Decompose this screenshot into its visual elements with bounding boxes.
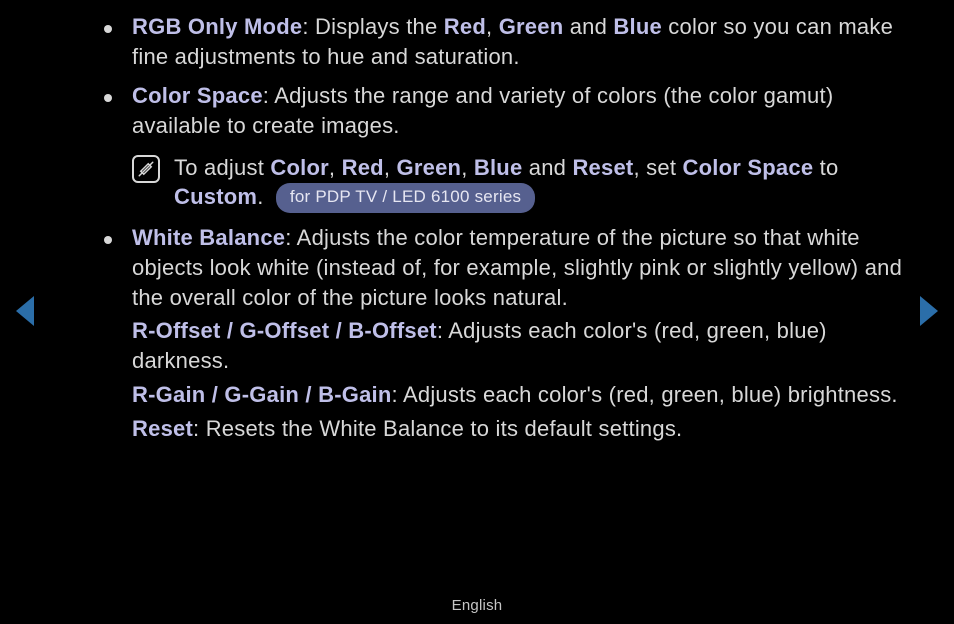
link-green: Green: [499, 14, 564, 39]
value-custom: Custom: [174, 184, 257, 209]
term-color-space: Color Space: [132, 83, 263, 108]
text: and: [563, 14, 613, 39]
page-language: English: [0, 596, 954, 616]
note-text: To adjust Color, Red, Green, Blue and Re…: [174, 153, 906, 214]
link-blue: Blue: [613, 14, 662, 39]
sub-reset: Reset: Resets the White Balance to its d…: [132, 414, 906, 444]
manual-body: RGB Only Mode: Displays the Red, Green a…: [88, 12, 906, 453]
text: : Resets the White Balance to its defaul…: [193, 416, 682, 441]
link-color: Color: [270, 155, 329, 180]
sub-r-gain: R-Gain / G-Gain / B-Gain: Adjusts each c…: [132, 380, 906, 410]
text: ,: [486, 14, 499, 39]
text: To adjust: [174, 155, 270, 180]
link-color-space: Color Space: [683, 155, 814, 180]
chevron-left-icon: [14, 296, 38, 326]
text: , set: [633, 155, 682, 180]
item-color-space: Color Space: Adjusts the range and varie…: [88, 81, 906, 213]
link-green: Green: [397, 155, 462, 180]
link-red: Red: [444, 14, 486, 39]
term-white-balance: White Balance: [132, 225, 285, 250]
term-gain: R-Gain / G-Gain / B-Gain: [132, 382, 392, 407]
item-rgb-only-mode: RGB Only Mode: Displays the Red, Green a…: [88, 12, 906, 71]
nav-next[interactable]: [916, 296, 940, 326]
link-reset: Reset: [572, 155, 633, 180]
nav-prev[interactable]: [14, 296, 38, 326]
link-blue: Blue: [474, 155, 523, 180]
text: .: [257, 184, 270, 209]
note-color-space: To adjust Color, Red, Green, Blue and Re…: [132, 153, 906, 214]
sub-r-offset: R-Offset / G-Offset / B-Offset: Adjusts …: [132, 316, 906, 375]
term-rgb-only-mode: RGB Only Mode: [132, 14, 302, 39]
text: : Adjusts each color's (red, green, blue…: [392, 382, 898, 407]
link-red: Red: [342, 155, 384, 180]
item-white-balance: White Balance: Adjusts the color tempera…: [88, 223, 906, 443]
model-badge: for PDP TV / LED 6100 series: [276, 183, 535, 213]
text: : Displays the: [302, 14, 443, 39]
note-icon: [132, 155, 160, 183]
text: to: [813, 155, 838, 180]
chevron-right-icon: [916, 296, 940, 326]
term-reset: Reset: [132, 416, 193, 441]
term-offset: R-Offset / G-Offset / B-Offset: [132, 318, 437, 343]
